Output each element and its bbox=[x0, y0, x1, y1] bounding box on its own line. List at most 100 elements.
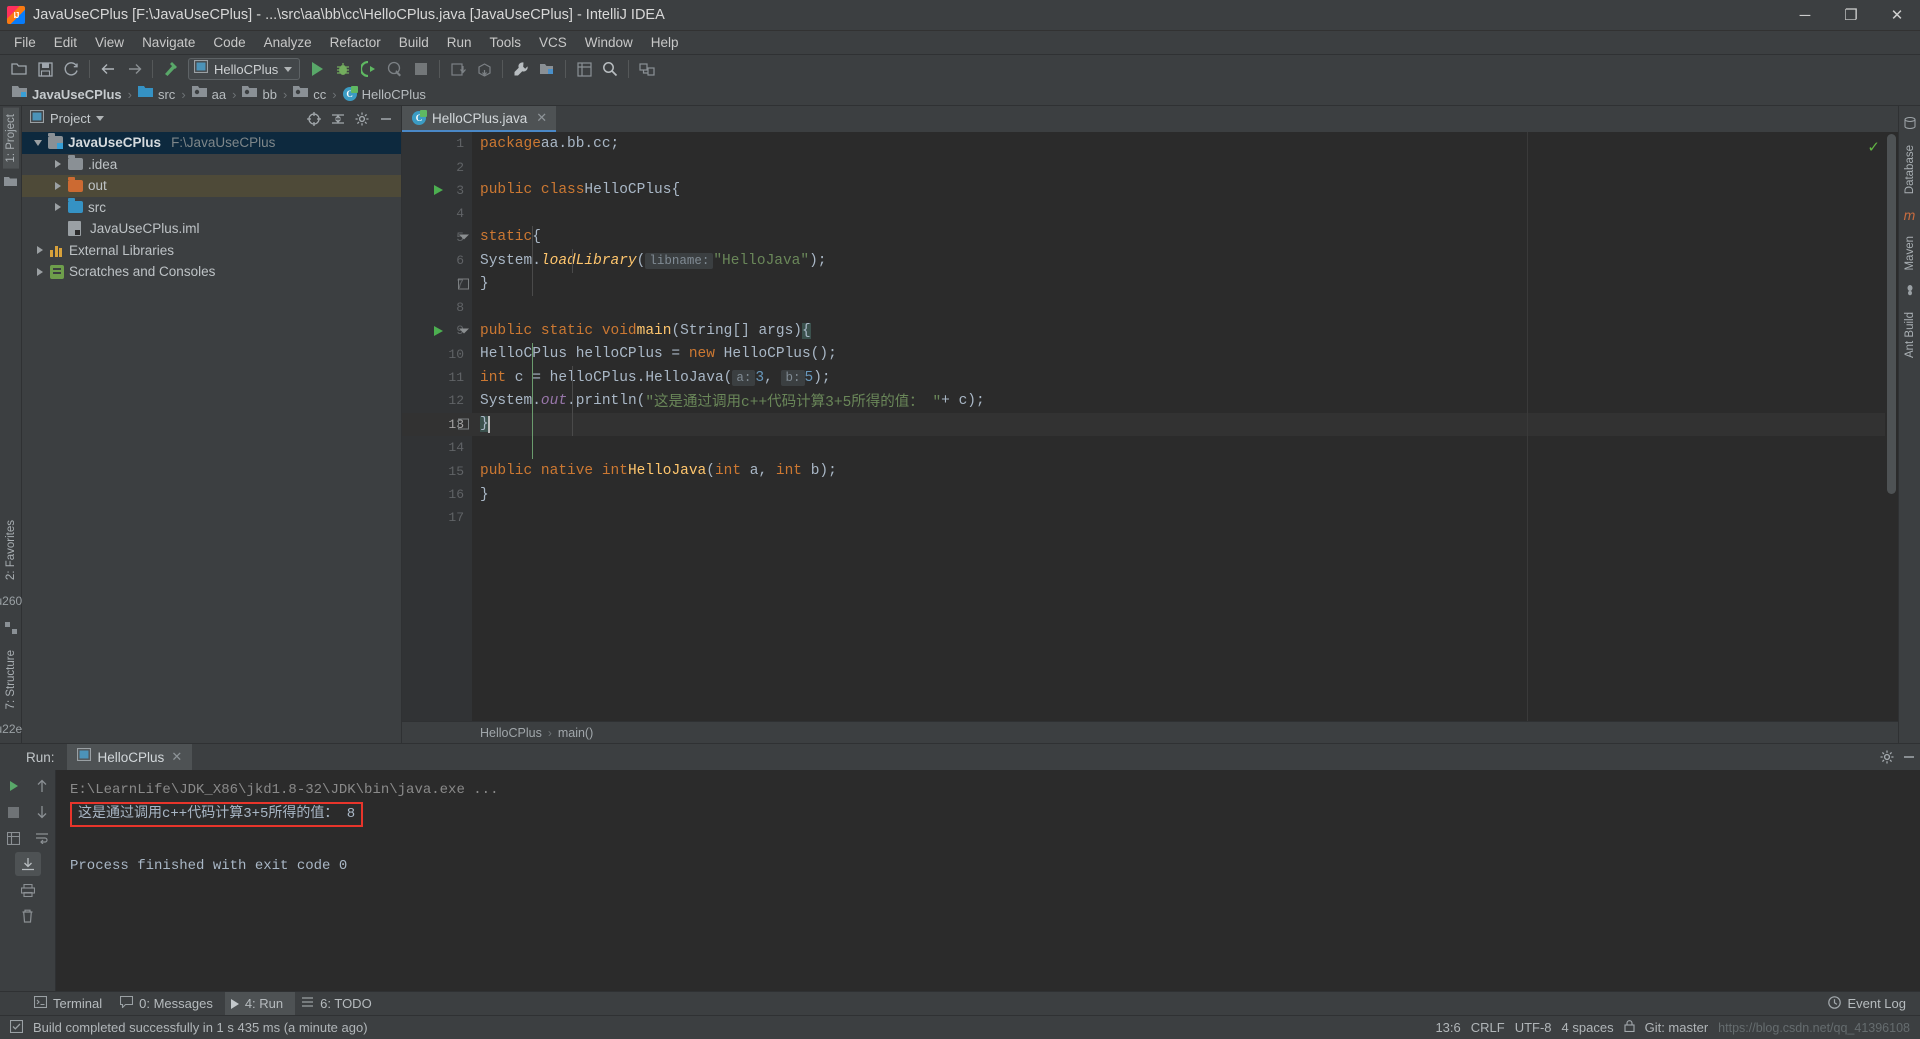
chevron-right-icon[interactable] bbox=[52, 181, 63, 190]
fold-start-icon[interactable] bbox=[458, 232, 469, 243]
scrollbar-thumb[interactable] bbox=[1887, 134, 1896, 494]
tree-item-idea[interactable]: .idea bbox=[22, 154, 401, 176]
device-manager-icon[interactable] bbox=[634, 57, 660, 81]
menu-help[interactable]: Help bbox=[642, 33, 688, 52]
git-branch[interactable]: Git: master bbox=[1645, 1020, 1709, 1035]
close-button[interactable]: ✕ bbox=[1874, 0, 1920, 31]
settings-wrench-icon[interactable] bbox=[508, 57, 534, 81]
forward-arrow-icon[interactable] bbox=[121, 57, 147, 81]
breadcrumb-item-project[interactable]: JavaUseCPlus bbox=[8, 85, 126, 103]
fold-end-icon[interactable] bbox=[458, 418, 469, 430]
editor-vertical-scrollbar[interactable] bbox=[1885, 132, 1898, 721]
save-all-icon[interactable] bbox=[32, 57, 58, 81]
menu-run[interactable]: Run bbox=[438, 33, 481, 52]
editor-tab-hellocplus[interactable]: HelloCPlus.java ✕ bbox=[402, 106, 557, 132]
sidebar-item-ant-build[interactable]: Ant Build bbox=[1902, 306, 1918, 364]
menu-code[interactable]: Code bbox=[204, 33, 254, 52]
breadcrumb-item-cc[interactable]: cc bbox=[289, 85, 330, 103]
indent-setting[interactable]: 4 spaces bbox=[1562, 1020, 1614, 1035]
editor-gutter[interactable]: 1 2 3 4 5 6 7 8 9 10 11 12 13 14 15 16 1… bbox=[402, 132, 472, 721]
settings-gear-icon[interactable] bbox=[353, 110, 371, 128]
event-log-button[interactable]: Event Log bbox=[1828, 995, 1920, 1012]
breadcrumb-item-src[interactable]: src bbox=[134, 85, 179, 103]
menu-navigate[interactable]: Navigate bbox=[133, 33, 204, 52]
profile-icon[interactable] bbox=[382, 57, 408, 81]
search-everywhere-icon[interactable] bbox=[597, 57, 623, 81]
hide-panel-icon[interactable] bbox=[1898, 746, 1920, 768]
tree-item-scratches[interactable]: Scratches and Consoles bbox=[22, 261, 401, 283]
ant-build-panel-icon[interactable] bbox=[1904, 284, 1916, 299]
chevron-right-icon[interactable] bbox=[52, 203, 63, 212]
breadcrumb-item-bb[interactable]: bb bbox=[238, 85, 280, 103]
scroll-down-button[interactable] bbox=[29, 800, 55, 824]
clear-all-button[interactable] bbox=[15, 904, 41, 928]
tab-terminal[interactable]: Terminal bbox=[28, 992, 114, 1016]
soft-wrap-button[interactable] bbox=[29, 826, 55, 850]
folder-icon[interactable] bbox=[4, 176, 17, 190]
settings-gear-icon[interactable] bbox=[1876, 746, 1898, 768]
tree-item-external-libraries[interactable]: External Libraries bbox=[22, 240, 401, 262]
minimize-button[interactable]: ─ bbox=[1782, 0, 1828, 31]
stop-icon[interactable] bbox=[408, 57, 434, 81]
print-button[interactable] bbox=[15, 878, 41, 902]
sdk-manager-icon[interactable] bbox=[571, 57, 597, 81]
scroll-up-button[interactable] bbox=[29, 774, 55, 798]
back-arrow-icon[interactable] bbox=[95, 57, 121, 81]
chevron-down-icon[interactable] bbox=[96, 116, 105, 121]
maven-panel-icon[interactable]: m bbox=[1904, 207, 1916, 223]
hide-panel-icon[interactable] bbox=[377, 110, 395, 128]
run-tab-hellocplus[interactable]: HelloCPlus ✕ bbox=[66, 744, 193, 770]
rerun-button[interactable] bbox=[1, 774, 27, 798]
scroll-from-source-icon[interactable] bbox=[305, 110, 323, 128]
chevron-right-icon[interactable] bbox=[34, 267, 45, 276]
code-editor[interactable]: package aa.bb.cc; public class HelloCPlu… bbox=[472, 132, 1898, 721]
breadcrumb-item-aa[interactable]: aa bbox=[188, 85, 230, 103]
close-icon[interactable]: ✕ bbox=[171, 749, 182, 765]
run-gutter-icon[interactable] bbox=[434, 185, 443, 196]
print-layout-button[interactable] bbox=[1, 826, 27, 850]
tab-run[interactable]: 4: Run bbox=[224, 991, 296, 1016]
tab-messages[interactable]: 0: Messages bbox=[114, 992, 225, 1016]
sync-refresh-icon[interactable] bbox=[58, 57, 84, 81]
chevron-right-icon[interactable] bbox=[34, 246, 45, 255]
menu-refactor[interactable]: Refactor bbox=[321, 33, 390, 52]
sidebar-item-maven[interactable]: Maven bbox=[1902, 230, 1918, 277]
tree-item-src[interactable]: src bbox=[22, 197, 401, 219]
collapse-all-icon[interactable] bbox=[329, 110, 347, 128]
tree-item-iml[interactable]: JavaUseCPlus.iml bbox=[22, 218, 401, 240]
inspection-status-icon[interactable]: ✓ bbox=[1867, 138, 1880, 156]
menu-vcs[interactable]: VCS bbox=[530, 33, 576, 52]
menu-analyze[interactable]: Analyze bbox=[255, 33, 321, 52]
menu-file[interactable]: File bbox=[5, 33, 45, 52]
database-panel-icon[interactable] bbox=[1903, 116, 1916, 132]
line-separator[interactable]: CRLF bbox=[1471, 1020, 1505, 1035]
maximize-button[interactable]: ❐ bbox=[1828, 0, 1874, 31]
project-structure-icon[interactable] bbox=[534, 57, 560, 81]
menu-build[interactable]: Build bbox=[390, 33, 438, 52]
run-gutter-icon[interactable] bbox=[434, 325, 443, 336]
sidebar-item-structure[interactable]: 7: Structure bbox=[3, 644, 19, 715]
breadcrumb-class[interactable]: HelloCPlus bbox=[480, 726, 542, 740]
chevron-down-icon[interactable] bbox=[284, 66, 293, 72]
caret-position[interactable]: 13:6 bbox=[1435, 1020, 1460, 1035]
sidebar-item-database[interactable]: Database bbox=[1902, 139, 1918, 200]
chevron-down-icon[interactable] bbox=[32, 139, 43, 146]
sidebar-item-project[interactable]: 1: Project bbox=[2, 108, 19, 169]
update-project-icon[interactable] bbox=[445, 57, 471, 81]
menu-tools[interactable]: Tools bbox=[481, 33, 531, 52]
breadcrumb-method[interactable]: main() bbox=[558, 726, 593, 740]
debug-icon[interactable] bbox=[330, 57, 356, 81]
fold-start-icon[interactable] bbox=[458, 325, 469, 336]
file-encoding[interactable]: UTF-8 bbox=[1515, 1020, 1552, 1035]
chevron-right-icon[interactable] bbox=[52, 160, 63, 169]
menu-view[interactable]: View bbox=[86, 33, 133, 52]
menu-edit[interactable]: Edit bbox=[45, 33, 86, 52]
fold-end-icon[interactable] bbox=[458, 278, 469, 290]
run-console-output[interactable]: E:\LearnLife\JDK_X86\jkd1.8-32\JDK\bin\j… bbox=[56, 770, 1920, 991]
lock-icon[interactable] bbox=[1624, 1020, 1635, 1035]
tab-todo[interactable]: 6: TODO bbox=[295, 992, 384, 1016]
structure-icon[interactable] bbox=[4, 621, 17, 637]
tree-item-out[interactable]: out bbox=[22, 175, 401, 197]
stop-button[interactable] bbox=[1, 800, 27, 824]
compile-hammer-icon[interactable] bbox=[158, 57, 184, 81]
